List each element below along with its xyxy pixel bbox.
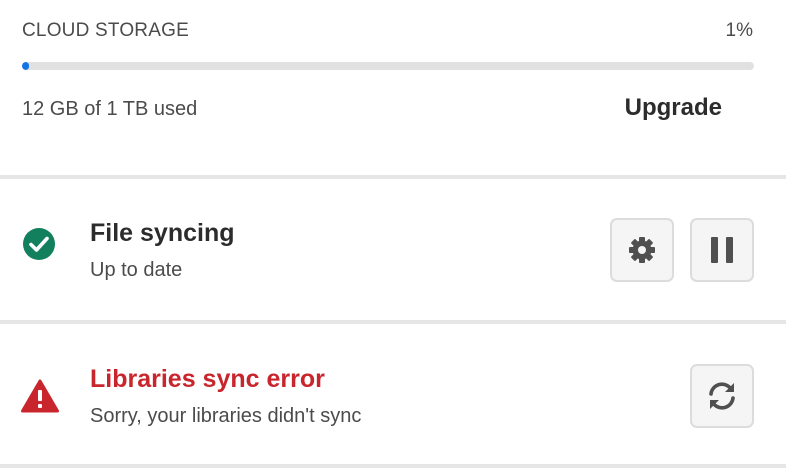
gear-icon <box>626 234 658 266</box>
storage-progress-bar <box>22 62 754 70</box>
divider <box>0 464 786 468</box>
libraries-sync-title: Libraries sync error <box>90 365 325 393</box>
cloud-storage-section: CLOUD STORAGE 1% 12 GB of 1 TB used Upgr… <box>0 0 786 175</box>
refresh-icon <box>705 379 739 413</box>
retry-sync-button[interactable] <box>690 364 754 428</box>
warning-triangle-icon <box>21 379 59 413</box>
file-syncing-status: Up to date <box>90 259 183 281</box>
libraries-sync-row: Libraries sync error Sorry, your librari… <box>0 324 786 464</box>
upgrade-button[interactable]: Upgrade <box>625 94 722 122</box>
storage-percent: 1% <box>725 20 753 41</box>
pause-icon <box>709 235 735 265</box>
check-circle-icon <box>22 227 56 261</box>
sync-panel: CLOUD STORAGE 1% 12 GB of 1 TB used Upgr… <box>0 0 786 468</box>
storage-progress-fill <box>22 62 30 70</box>
storage-usage-text: 12 GB of 1 TB used <box>22 98 198 120</box>
pause-sync-button[interactable] <box>690 218 754 282</box>
sync-settings-button[interactable] <box>610 218 674 282</box>
storage-title: CLOUD STORAGE <box>22 20 189 41</box>
file-syncing-title: File syncing <box>90 219 235 247</box>
libraries-sync-status: Sorry, your libraries didn't sync <box>90 405 362 427</box>
file-syncing-row: File syncing Up to date <box>0 179 786 320</box>
